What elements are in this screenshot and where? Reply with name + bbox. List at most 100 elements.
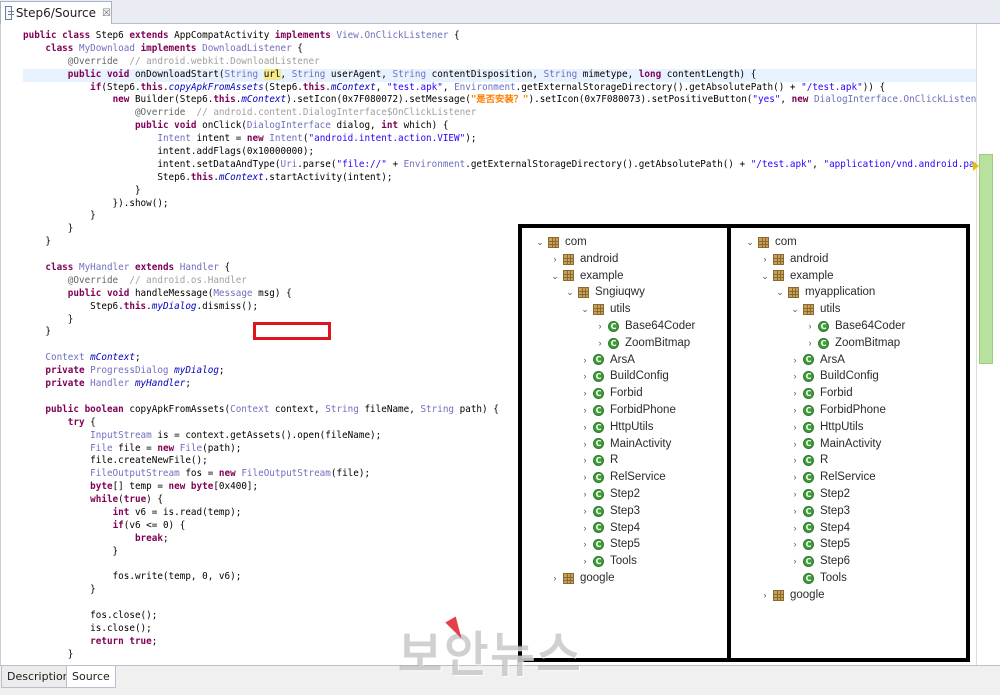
chevron-down-icon[interactable]: ⌄ — [744, 234, 756, 251]
chevron-right-icon[interactable]: › — [789, 520, 801, 537]
tree-item[interactable]: › C MainActivity — [744, 436, 966, 453]
tree-item[interactable]: ⌄ example — [744, 268, 966, 285]
chevron-right-icon[interactable]: › — [579, 486, 591, 503]
chevron-right-icon[interactable]: › — [789, 469, 801, 486]
chevron-right-icon[interactable]: › — [789, 385, 801, 402]
chevron-down-icon[interactable]: ⌄ — [579, 301, 591, 318]
tree-item[interactable]: ⌄ Sngiuqwy — [534, 284, 724, 301]
close-icon[interactable]: ☒ — [102, 8, 111, 19]
chevron-right-icon[interactable]: › — [789, 368, 801, 385]
tree-item[interactable]: › C RelService — [744, 469, 966, 486]
chevron-right-icon[interactable]: › — [789, 553, 801, 570]
tree-item[interactable]: › google — [744, 587, 966, 604]
code-line[interactable]: @Override // android.content.DialogInter… — [23, 107, 976, 120]
code-line[interactable]: intent.setDataAndType(Uri.parse("file://… — [23, 159, 976, 172]
overview-ruler-thumb[interactable] — [979, 154, 993, 364]
chevron-right-icon[interactable]: › — [789, 402, 801, 419]
tree-item[interactable]: › C ForbidPhone — [534, 402, 724, 419]
chevron-right-icon[interactable]: › — [789, 436, 801, 453]
tree-item[interactable]: › C Base64Coder — [534, 318, 724, 335]
tree-item[interactable]: ⌄ utils — [744, 301, 966, 318]
tree-item[interactable]: ⌄ example — [534, 268, 724, 285]
tree-item[interactable]: ⌄ com — [534, 234, 724, 251]
chevron-right-icon[interactable]: › — [594, 335, 606, 352]
chevron-right-icon[interactable]: › — [759, 251, 771, 268]
tree-item[interactable]: › C Step2 — [534, 486, 724, 503]
code-line[interactable]: Step6.this.mContext.startActivity(intent… — [23, 172, 976, 185]
chevron-right-icon[interactable]: › — [579, 536, 591, 553]
chevron-down-icon[interactable]: ⌄ — [564, 284, 576, 301]
code-line[interactable]: public void onClick(DialogInterface dial… — [23, 120, 976, 133]
tree-item[interactable]: › google — [534, 570, 724, 587]
code-line[interactable]: } — [23, 185, 976, 198]
code-line[interactable]: intent.addFlags(0x10000000); — [23, 146, 976, 159]
tree-item[interactable]: › C Forbid — [534, 385, 724, 402]
tree-item[interactable]: › C ArsA — [744, 352, 966, 369]
tree-item[interactable]: › C Step4 — [534, 520, 724, 537]
tree-item[interactable]: › android — [744, 251, 966, 268]
chevron-down-icon[interactable]: ⌄ — [789, 301, 801, 318]
chevron-right-icon[interactable]: › — [549, 570, 561, 587]
tree-item[interactable]: › C ArsA — [534, 352, 724, 369]
chevron-right-icon[interactable]: › — [579, 352, 591, 369]
tree-item[interactable]: › C Forbid — [744, 385, 966, 402]
tree-item[interactable]: ⌄ utils — [534, 301, 724, 318]
code-line[interactable]: }).show(); — [23, 198, 976, 211]
tree-item[interactable]: › C ForbidPhone — [744, 402, 966, 419]
tree-item[interactable]: › C ZoomBitmap — [744, 335, 966, 352]
tree-item[interactable]: › C HttpUtils — [744, 419, 966, 436]
chevron-right-icon[interactable]: › — [549, 251, 561, 268]
chevron-right-icon[interactable]: › — [789, 352, 801, 369]
chevron-right-icon[interactable]: › — [579, 368, 591, 385]
tab-description[interactable]: Description — [1, 666, 76, 688]
chevron-right-icon[interactable]: › — [579, 452, 591, 469]
tree-item[interactable]: › C Step3 — [534, 503, 724, 520]
code-line[interactable]: } — [23, 210, 976, 223]
tree-item[interactable]: › C Tools — [534, 553, 724, 570]
chevron-right-icon[interactable]: › — [804, 318, 816, 335]
tree-item[interactable]: › C RelService — [534, 469, 724, 486]
tree-item[interactable]: › C Step6 — [744, 553, 966, 570]
tree-item[interactable]: › C MainActivity — [534, 436, 724, 453]
tree-item[interactable]: › C R — [534, 452, 724, 469]
tree-item[interactable]: › C HttpUtils — [534, 419, 724, 436]
tree-item[interactable]: › C BuildConfig — [744, 368, 966, 385]
code-line[interactable]: class MyDownload implements DownloadList… — [23, 43, 976, 56]
chevron-down-icon[interactable]: ⌄ — [774, 284, 786, 301]
tree-item[interactable]: › C R — [744, 452, 966, 469]
chevron-right-icon[interactable]: › — [579, 385, 591, 402]
chevron-right-icon[interactable]: › — [579, 436, 591, 453]
chevron-right-icon[interactable]: › — [594, 318, 606, 335]
tree-item[interactable]: › C Step4 — [744, 520, 966, 537]
tree-item[interactable]: ⌄ com — [744, 234, 966, 251]
chevron-right-icon[interactable]: › — [579, 419, 591, 436]
tree-item[interactable]: › C Step2 — [744, 486, 966, 503]
chevron-down-icon[interactable]: ⌄ — [759, 268, 771, 285]
chevron-right-icon[interactable]: › — [579, 402, 591, 419]
tree-item[interactable]: › C ZoomBitmap — [534, 335, 724, 352]
code-line[interactable]: if(Step6.this.copyApkFromAssets(Step6.th… — [23, 82, 976, 95]
tree-item[interactable]: ⌄ myapplication — [744, 284, 966, 301]
code-line[interactable]: new Builder(Step6.this.mContext).setIcon… — [23, 94, 976, 107]
chevron-right-icon[interactable]: › — [579, 553, 591, 570]
chevron-right-icon[interactable]: › — [789, 503, 801, 520]
chevron-right-icon[interactable]: › — [789, 419, 801, 436]
tree-item[interactable]: › C Step5 — [744, 536, 966, 553]
chevron-right-icon[interactable]: › — [579, 503, 591, 520]
chevron-right-icon[interactable]: › — [789, 452, 801, 469]
tab-source[interactable]: Source — [66, 666, 116, 688]
chevron-down-icon[interactable]: ⌄ — [549, 268, 561, 285]
chevron-right-icon[interactable]: › — [804, 335, 816, 352]
code-line[interactable]: public void onDownloadStart(String url, … — [23, 68, 976, 82]
tree-item[interactable]: › android — [534, 251, 724, 268]
code-line[interactable]: Intent intent = new Intent("android.inte… — [23, 133, 976, 146]
chevron-right-icon[interactable]: › — [789, 536, 801, 553]
tree-item[interactable]: C Tools — [744, 570, 966, 587]
chevron-right-icon[interactable]: › — [579, 469, 591, 486]
tree-item[interactable]: › C Step5 — [534, 536, 724, 553]
tree-item[interactable]: › C Base64Coder — [744, 318, 966, 335]
chevron-right-icon[interactable]: › — [759, 587, 771, 604]
tab-step6-source[interactable]: Step6/Source ☒ — [0, 1, 112, 24]
chevron-right-icon[interactable]: › — [789, 486, 801, 503]
tree-item[interactable]: › C BuildConfig — [534, 368, 724, 385]
